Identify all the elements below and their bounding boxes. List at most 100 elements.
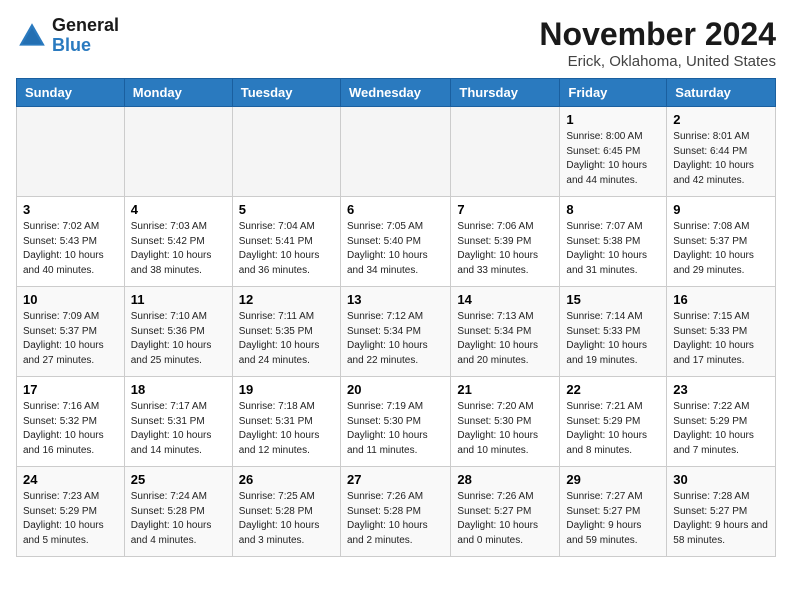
page-header: General Blue November 2024 Erick, Oklaho…: [16, 16, 776, 70]
day-number: 8: [566, 202, 660, 217]
calendar-cell: 2Sunrise: 8:01 AM Sunset: 6:44 PM Daylig…: [667, 107, 776, 197]
calendar-cell: 16Sunrise: 7:15 AM Sunset: 5:33 PM Dayli…: [667, 287, 776, 377]
day-info: Sunrise: 7:22 AM Sunset: 5:29 PM Dayligh…: [673, 400, 769, 458]
day-info: Sunrise: 7:16 AM Sunset: 5:32 PM Dayligh…: [23, 400, 118, 458]
day-info: Sunrise: 7:06 AM Sunset: 5:39 PM Dayligh…: [457, 220, 553, 278]
day-info: Sunrise: 7:05 AM Sunset: 5:40 PM Dayligh…: [347, 220, 444, 278]
day-info: Sunrise: 7:27 AM Sunset: 5:27 PM Dayligh…: [566, 490, 660, 548]
calendar-header-row: SundayMondayTuesdayWednesdayThursdayFrid…: [17, 79, 776, 107]
day-number: 19: [239, 382, 334, 397]
calendar-cell: 10 Sunrise: 7:09 AM Sunset: 5:37 PM Dayli…: [17, 287, 125, 377]
day-info: Sunrise: 8:01 AM Sunset: 6:44 PM Dayligh…: [673, 130, 769, 188]
day-info: Sunrise: 7:13 AM Sunset: 5:34 PM Dayligh…: [457, 310, 553, 368]
calendar-cell: 9Sunrise: 7:08 AM Sunset: 5:37 PM Daylig…: [667, 197, 776, 287]
calendar-cell: 4Sunrise: 7:03 AM Sunset: 5:42 PM Daylig…: [124, 197, 232, 287]
weekday-header-friday: Friday: [560, 79, 667, 107]
calendar-cell: [340, 107, 450, 197]
day-number: 17: [23, 382, 118, 397]
day-number: 10: [23, 292, 118, 307]
logo-line2: Blue: [52, 36, 119, 56]
day-number: 1: [566, 112, 660, 127]
weekday-header-wednesday: Wednesday: [340, 79, 450, 107]
day-number: 20: [347, 382, 444, 397]
day-info: Sunrise: 7:19 AM Sunset: 5:30 PM Dayligh…: [347, 400, 444, 458]
calendar-week-3: 10 Sunrise: 7:09 AM Sunset: 5:37 PM Dayli…: [17, 287, 776, 377]
day-info: Sunrise: 7:09 AM Sunset: 5:37 PM Dayligh…: [23, 310, 118, 368]
day-info: Sunrise: 7:18 AM Sunset: 5:31 PM Dayligh…: [239, 400, 334, 458]
day-number: 12: [239, 292, 334, 307]
day-number: 25: [131, 472, 226, 487]
day-number: 28: [457, 472, 553, 487]
day-info: Sunrise: 7:07 AM Sunset: 5:38 PM Dayligh…: [566, 220, 660, 278]
calendar-cell: 6 Sunrise: 7:05 AM Sunset: 5:40 PM Daylig…: [340, 197, 450, 287]
calendar-cell: 7Sunrise: 7:06 AM Sunset: 5:39 PM Daylig…: [451, 197, 560, 287]
day-info: Sunrise: 7:28 AM Sunset: 5:27 PM Dayligh…: [673, 490, 769, 548]
day-info: Sunrise: 7:10 AM Sunset: 5:36 PM Dayligh…: [131, 310, 226, 368]
day-info: Sunrise: 8:00 AM Sunset: 6:45 PM Dayligh…: [566, 130, 660, 188]
day-number: 5: [239, 202, 334, 217]
day-number: 13: [347, 292, 444, 307]
day-number: 3: [23, 202, 118, 217]
calendar-cell: 19 Sunrise: 7:18 AM Sunset: 5:31 PM Dayli…: [232, 377, 340, 467]
day-number: 11: [131, 292, 226, 307]
calendar-cell: 21 Sunrise: 7:20 AM Sunset: 5:30 PM Dayli…: [451, 377, 560, 467]
calendar-cell: 28 Sunrise: 7:26 AM Sunset: 5:27 PM Dayli…: [451, 467, 560, 557]
day-number: 14: [457, 292, 553, 307]
day-number: 9: [673, 202, 769, 217]
day-info: Sunrise: 7:02 AM Sunset: 5:43 PM Dayligh…: [23, 220, 118, 278]
day-info: Sunrise: 7:20 AM Sunset: 5:30 PM Dayligh…: [457, 400, 553, 458]
calendar-week-4: 17 Sunrise: 7:16 AM Sunset: 5:32 PM Dayli…: [17, 377, 776, 467]
calendar-cell: [232, 107, 340, 197]
calendar-week-1: 1 Sunrise: 8:00 AM Sunset: 6:45 PM Daylig…: [17, 107, 776, 197]
calendar-cell: 29 Sunrise: 7:27 AM Sunset: 5:27 PM Dayli…: [560, 467, 667, 557]
day-info: Sunrise: 7:24 AM Sunset: 5:28 PM Dayligh…: [131, 490, 226, 548]
day-number: 16: [673, 292, 769, 307]
calendar-cell: 30 Sunrise: 7:28 AM Sunset: 5:27 PM Dayli…: [667, 467, 776, 557]
day-number: 6: [347, 202, 444, 217]
day-number: 15: [566, 292, 660, 307]
day-info: Sunrise: 7:03 AM Sunset: 5:42 PM Dayligh…: [131, 220, 226, 278]
calendar-cell: 17 Sunrise: 7:16 AM Sunset: 5:32 PM Dayli…: [17, 377, 125, 467]
day-info: Sunrise: 7:11 AM Sunset: 5:35 PM Dayligh…: [239, 310, 334, 368]
month-title: November 2024: [539, 16, 776, 53]
day-info: Sunrise: 7:14 AM Sunset: 5:33 PM Dayligh…: [566, 310, 660, 368]
calendar-cell: [17, 107, 125, 197]
logo-line1: General: [52, 16, 119, 36]
calendar-cell: 22 Sunrise: 7:21 AM Sunset: 5:29 PM Dayli…: [560, 377, 667, 467]
calendar-table: SundayMondayTuesdayWednesdayThursdayFrid…: [16, 78, 776, 557]
calendar-cell: 3 Sunrise: 7:02 AM Sunset: 5:43 PM Daylig…: [17, 197, 125, 287]
calendar-cell: 27 Sunrise: 7:26 AM Sunset: 5:28 PM Dayli…: [340, 467, 450, 557]
calendar-cell: 13 Sunrise: 7:12 AM Sunset: 5:34 PM Dayli…: [340, 287, 450, 377]
calendar-week-2: 3 Sunrise: 7:02 AM Sunset: 5:43 PM Daylig…: [17, 197, 776, 287]
calendar-cell: 25 Sunrise: 7:24 AM Sunset: 5:28 PM Dayli…: [124, 467, 232, 557]
calendar-cell: 23Sunrise: 7:22 AM Sunset: 5:29 PM Dayli…: [667, 377, 776, 467]
day-info: Sunrise: 7:17 AM Sunset: 5:31 PM Dayligh…: [131, 400, 226, 458]
calendar-cell: 11 Sunrise: 7:10 AM Sunset: 5:36 PM Dayli…: [124, 287, 232, 377]
title-block: November 2024 Erick, Oklahoma, United St…: [539, 16, 776, 70]
weekday-header-sunday: Sunday: [17, 79, 125, 107]
calendar-cell: [124, 107, 232, 197]
location-subtitle: Erick, Oklahoma, United States: [539, 53, 776, 70]
day-number: 27: [347, 472, 444, 487]
calendar-cell: [451, 107, 560, 197]
day-number: 24: [23, 472, 118, 487]
day-number: 18: [131, 382, 226, 397]
day-info: Sunrise: 7:12 AM Sunset: 5:34 PM Dayligh…: [347, 310, 444, 368]
calendar-cell: 24 Sunrise: 7:23 AM Sunset: 5:29 PM Dayli…: [17, 467, 125, 557]
calendar-cell: 1 Sunrise: 8:00 AM Sunset: 6:45 PM Daylig…: [560, 107, 667, 197]
day-number: 21: [457, 382, 553, 397]
calendar-cell: 18 Sunrise: 7:17 AM Sunset: 5:31 PM Dayli…: [124, 377, 232, 467]
day-info: Sunrise: 7:23 AM Sunset: 5:29 PM Dayligh…: [23, 490, 118, 548]
logo: General Blue: [16, 16, 119, 56]
calendar-week-5: 24 Sunrise: 7:23 AM Sunset: 5:29 PM Dayli…: [17, 467, 776, 557]
day-number: 30: [673, 472, 769, 487]
day-info: Sunrise: 7:26 AM Sunset: 5:28 PM Dayligh…: [347, 490, 444, 548]
weekday-header-thursday: Thursday: [451, 79, 560, 107]
day-info: Sunrise: 7:21 AM Sunset: 5:29 PM Dayligh…: [566, 400, 660, 458]
day-info: Sunrise: 7:26 AM Sunset: 5:27 PM Dayligh…: [457, 490, 553, 548]
day-number: 22: [566, 382, 660, 397]
weekday-header-saturday: Saturday: [667, 79, 776, 107]
calendar-cell: 20 Sunrise: 7:19 AM Sunset: 5:30 PM Dayli…: [340, 377, 450, 467]
weekday-header-tuesday: Tuesday: [232, 79, 340, 107]
day-number: 29: [566, 472, 660, 487]
